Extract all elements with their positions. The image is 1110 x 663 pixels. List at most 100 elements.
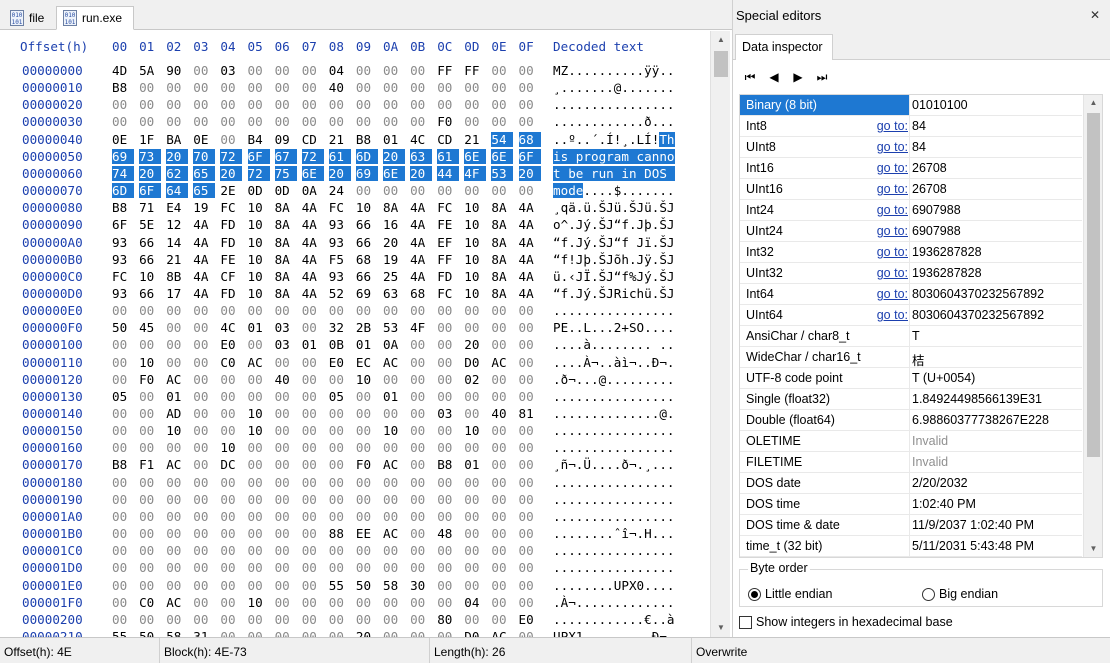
hex-byte[interactable]: 04 bbox=[329, 63, 351, 78]
hex-byte[interactable]: 66 bbox=[139, 286, 161, 301]
hex-byte[interactable]: 6E bbox=[383, 165, 405, 181]
hex-byte[interactable]: 00 bbox=[248, 337, 270, 352]
hex-byte[interactable]: 00 bbox=[139, 578, 161, 593]
hex-byte[interactable]: FD bbox=[437, 269, 459, 284]
hex-byte[interactable]: B8 bbox=[356, 132, 378, 147]
hex-byte[interactable]: 00 bbox=[193, 97, 215, 112]
hex-byte[interactable]: 00 bbox=[302, 492, 324, 507]
hex-byte[interactable]: 00 bbox=[437, 423, 459, 438]
hex-byte[interactable]: 00 bbox=[464, 183, 486, 198]
hex-byte[interactable]: F5 bbox=[329, 252, 351, 267]
inspector-value[interactable]: 1.84924498566139E31 bbox=[912, 392, 1080, 406]
hex-byte[interactable]: 00 bbox=[410, 629, 432, 637]
hex-byte[interactable]: 00 bbox=[220, 132, 242, 147]
hex-byte[interactable]: 00 bbox=[410, 492, 432, 507]
hex-byte[interactable]: 00 bbox=[356, 475, 378, 490]
hex-byte[interactable]: 00 bbox=[248, 114, 270, 129]
hex-byte[interactable]: 00 bbox=[519, 475, 541, 490]
hex-byte[interactable]: AC bbox=[383, 457, 405, 472]
hex-byte[interactable]: 09 bbox=[275, 132, 297, 147]
hex-byte[interactable]: 0E bbox=[193, 132, 215, 147]
hex-byte[interactable]: 8A bbox=[275, 269, 297, 284]
inspector-value[interactable]: 1:02:40 PM bbox=[912, 497, 1080, 511]
hex-byte[interactable]: 00 bbox=[329, 612, 351, 627]
hex-byte[interactable]: 4A bbox=[410, 269, 432, 284]
hex-byte[interactable]: 90 bbox=[166, 63, 188, 78]
hex-byte[interactable]: 00 bbox=[383, 63, 405, 78]
hex-byte[interactable]: 4A bbox=[302, 200, 324, 215]
checkbox-unchecked-icon[interactable] bbox=[739, 615, 752, 629]
hex-byte[interactable]: 00 bbox=[519, 389, 541, 404]
decoded-text[interactable]: .À¬............. bbox=[553, 595, 675, 610]
hex-byte[interactable]: 00 bbox=[193, 492, 215, 507]
hex-byte[interactable]: 00 bbox=[139, 509, 161, 524]
inspector-row[interactable]: Binary (8 bit) 01010100 bbox=[740, 95, 1082, 116]
hex-byte[interactable]: 00 bbox=[356, 595, 378, 610]
hex-byte[interactable]: 00 bbox=[464, 406, 486, 421]
hex-byte[interactable]: 00 bbox=[356, 440, 378, 455]
hex-byte[interactable]: 00 bbox=[193, 543, 215, 558]
hex-byte[interactable]: 6E bbox=[491, 148, 514, 164]
decoded-text[interactable]: ¸.......@....... bbox=[553, 80, 675, 95]
inspector-value[interactable]: 桔 bbox=[912, 350, 1080, 369]
hex-byte[interactable]: 00 bbox=[383, 612, 405, 627]
hex-byte[interactable]: 00 bbox=[302, 543, 324, 558]
hex-byte[interactable]: 00 bbox=[139, 337, 161, 352]
hex-byte[interactable]: 00 bbox=[410, 543, 432, 558]
hex-byte[interactable]: 20 bbox=[464, 337, 486, 352]
hex-byte[interactable]: 00 bbox=[464, 612, 486, 627]
hex-byte[interactable]: 00 bbox=[410, 355, 432, 370]
decoded-text[interactable]: ü.‹JÏ.ŠJ“f%Jý.ŠJ bbox=[553, 269, 675, 284]
hex-byte[interactable]: 00 bbox=[437, 595, 459, 610]
hex-byte[interactable]: 74 bbox=[112, 165, 134, 181]
hex-byte[interactable]: 00 bbox=[248, 509, 270, 524]
hex-byte[interactable]: 00 bbox=[193, 303, 215, 318]
hex-byte[interactable]: 00 bbox=[166, 114, 188, 129]
hex-byte[interactable]: 00 bbox=[437, 372, 459, 387]
hex-byte[interactable]: 68 bbox=[410, 286, 432, 301]
hex-byte[interactable]: 00 bbox=[112, 97, 134, 112]
hex-byte[interactable]: 00 bbox=[275, 63, 297, 78]
hex-byte[interactable]: 10 bbox=[383, 423, 405, 438]
hex-byte[interactable]: 00 bbox=[491, 183, 513, 198]
hex-byte[interactable]: 69 bbox=[112, 148, 134, 164]
hex-byte[interactable]: 6E bbox=[464, 148, 487, 164]
decoded-text[interactable]: ..º..´.Í!¸.LÍ!Th bbox=[553, 131, 675, 147]
scroll-thumb[interactable] bbox=[1087, 113, 1100, 457]
goto-link[interactable]: go to: bbox=[870, 266, 908, 280]
decoded-text[interactable]: ................ bbox=[553, 423, 675, 438]
hex-byte[interactable]: 00 bbox=[112, 560, 134, 575]
hex-byte[interactable]: 4C bbox=[220, 320, 242, 335]
hex-byte[interactable]: 00 bbox=[464, 114, 486, 129]
hex-byte[interactable]: 00 bbox=[410, 475, 432, 490]
hex-byte[interactable]: 00 bbox=[383, 543, 405, 558]
hex-byte[interactable]: 55 bbox=[329, 578, 351, 593]
hex-byte[interactable]: 10 bbox=[248, 406, 270, 421]
hex-byte[interactable]: 00 bbox=[519, 526, 541, 541]
hex-byte[interactable]: 52 bbox=[329, 286, 351, 301]
hex-byte[interactable]: 10 bbox=[248, 252, 270, 267]
hex-byte[interactable]: 01 bbox=[383, 389, 405, 404]
hex-byte[interactable]: 68 bbox=[356, 252, 378, 267]
hex-byte[interactable]: 00 bbox=[491, 337, 513, 352]
hex-byte[interactable]: 00 bbox=[437, 320, 459, 335]
hex-byte[interactable]: FD bbox=[220, 235, 242, 250]
hex-byte[interactable]: FD bbox=[220, 286, 242, 301]
hex-byte[interactable]: 00 bbox=[410, 560, 432, 575]
hex-byte[interactable]: 70 bbox=[193, 148, 216, 164]
hex-byte[interactable]: 00 bbox=[139, 612, 161, 627]
hex-byte[interactable]: 00 bbox=[220, 612, 242, 627]
hex-byte[interactable]: AC bbox=[248, 355, 270, 370]
hex-byte[interactable]: 10 bbox=[248, 200, 270, 215]
hex-byte[interactable]: 12 bbox=[166, 217, 188, 232]
hex-byte[interactable]: 0D bbox=[248, 183, 270, 198]
hex-byte[interactable]: 21 bbox=[166, 252, 188, 267]
hex-byte[interactable]: 00 bbox=[437, 80, 459, 95]
inspector-row[interactable]: OLETIME Invalid bbox=[740, 431, 1082, 452]
hex-byte[interactable]: 81 bbox=[519, 406, 541, 421]
hex-byte[interactable]: 00 bbox=[464, 543, 486, 558]
hex-byte[interactable]: 93 bbox=[112, 235, 134, 250]
inspector-value[interactable]: 8030604370232567892 bbox=[912, 308, 1080, 322]
hex-byte[interactable]: 00 bbox=[166, 509, 188, 524]
hex-byte[interactable]: 00 bbox=[166, 337, 188, 352]
